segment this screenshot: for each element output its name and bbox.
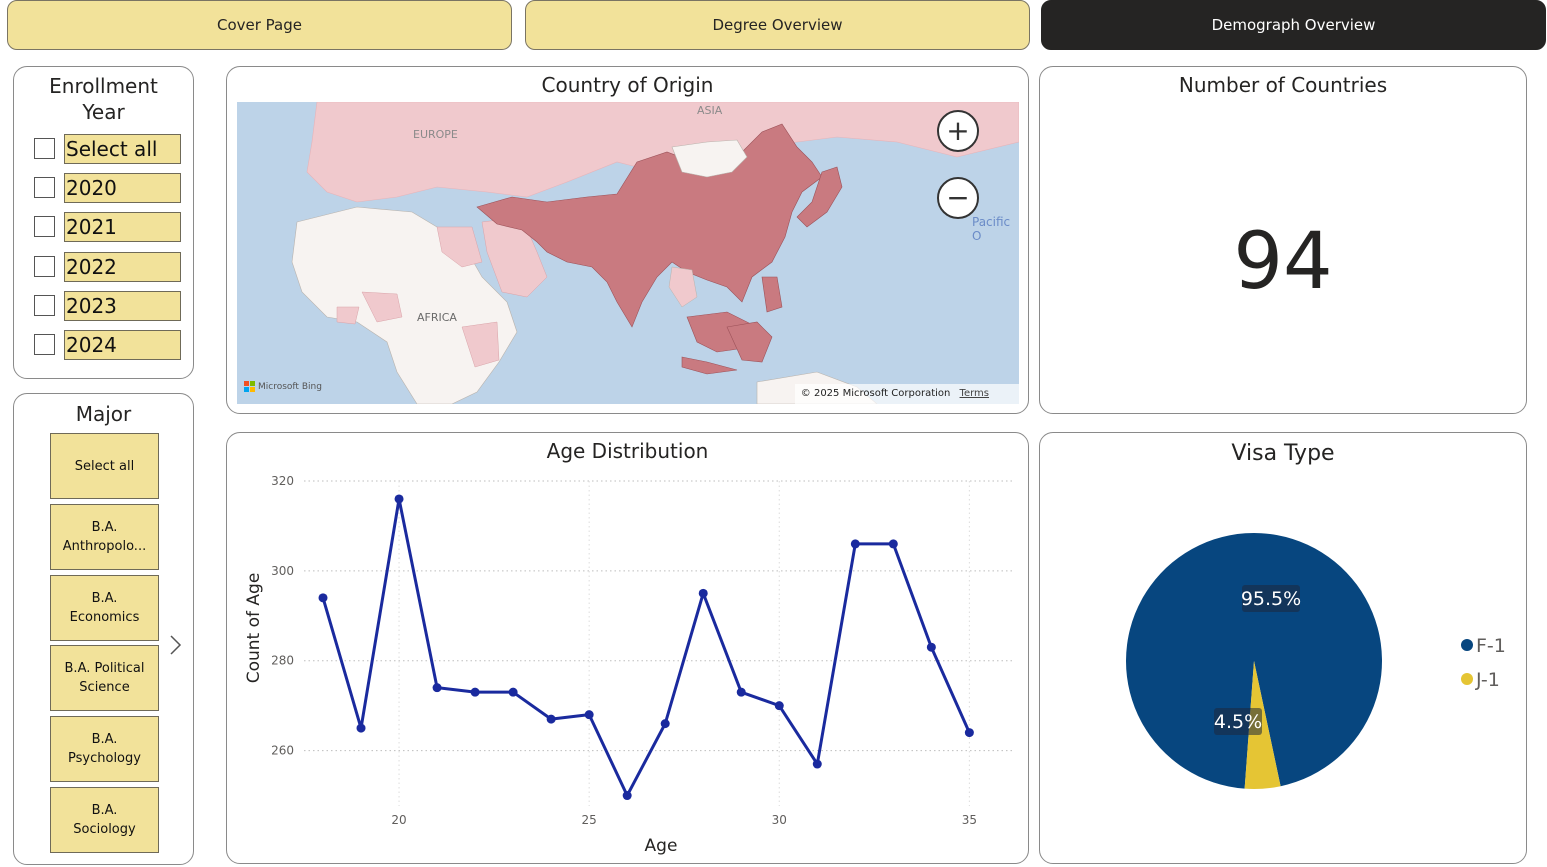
checkbox[interactable] [34, 138, 55, 159]
map-label-africa: AFRICA [417, 311, 457, 324]
data-point [774, 701, 784, 711]
data-point [508, 687, 518, 697]
data-point [584, 710, 594, 720]
y-tick-label: 280 [271, 654, 294, 668]
map-label-asia: ASIA [697, 104, 723, 117]
checkbox[interactable] [34, 294, 55, 316]
x-tick-label: 20 [391, 813, 406, 827]
data-point [470, 687, 480, 697]
option-label: B.A. [91, 590, 118, 606]
x-tick-label: 30 [772, 813, 787, 827]
major-option[interactable]: B.A. Political Science [50, 645, 159, 712]
legend-label: J-1 [1475, 669, 1500, 691]
option-label: Anthropolo... [62, 538, 147, 554]
data-point [432, 683, 442, 693]
option-label: 2020 [64, 173, 181, 204]
visa-type-card: Visa Type 95.5% 4.5% F-1 J-1 [1039, 432, 1527, 864]
map-copyright: © 2025 Microsoft Corporation Terms [794, 384, 1019, 404]
checkbox[interactable] [34, 255, 55, 277]
legend-marker [1461, 673, 1473, 685]
zoom-in-button[interactable]: + [937, 110, 979, 152]
zoom-out-button[interactable]: − [937, 177, 979, 219]
slicer-title: Enrollment Year [49, 74, 158, 124]
kpi-value: 94 [1233, 217, 1333, 307]
data-point [850, 539, 860, 549]
age-line-chart[interactable]: 260 280 300 320 20 25 30 35 Age Count of Age [227, 433, 1028, 863]
option-label: 2021 [64, 212, 181, 243]
data-point [318, 593, 328, 603]
y-tick-label: 260 [271, 744, 294, 758]
data-point [926, 642, 936, 652]
map-viewport[interactable]: EUROPE ASIA AFRICA Pacific O + − Microso… [237, 102, 1019, 404]
data-point [546, 714, 556, 724]
bing-attribution: Microsoft Bing [244, 381, 322, 392]
major-option[interactable]: B.A. Anthropolo... [50, 503, 159, 570]
legend-label: F-1 [1476, 635, 1506, 657]
y-tick-label: 300 [271, 564, 294, 578]
tab-label: Demograph Overview [1211, 16, 1376, 34]
pie-label-j1: 4.5% [1214, 708, 1262, 735]
pie-label-f1: 95.5% [1241, 585, 1301, 612]
option-label: Science [79, 680, 130, 696]
x-tick-label: 25 [582, 813, 597, 827]
y-tick-label: 320 [271, 474, 294, 488]
country-of-origin-map-card: Country of Origin EUROPE ASIA AFRICA Pac… [226, 66, 1029, 414]
terms-link[interactable]: Terms [960, 388, 989, 399]
data-point [622, 791, 632, 801]
option-label: B.A. Political [64, 661, 145, 677]
map-label-pacific: Pacific O [972, 215, 1011, 243]
option-label: Economics [69, 609, 140, 625]
map-label-europe: EUROPE [413, 128, 458, 141]
major-slicer: Major Select all B.A. Anthropolo... B.A. Eco… [13, 393, 194, 865]
data-point [736, 687, 746, 697]
data-point [394, 494, 404, 504]
checkbox[interactable] [34, 177, 55, 199]
data-label: 4.5% [1214, 711, 1262, 733]
option-label: B.A. [91, 732, 118, 748]
option-label: 2024 [64, 330, 181, 360]
option-label: 2022 [64, 251, 181, 282]
major-option[interactable]: Select all [50, 433, 159, 499]
data-point [888, 539, 898, 549]
x-tick-label: 35 [962, 813, 977, 827]
option-label: B.A. [91, 803, 118, 818]
major-option[interactable]: B.A. Sociology [50, 787, 159, 853]
kpi-title: Number of Countries [1178, 73, 1388, 97]
chevron-right-icon[interactable] [168, 634, 182, 656]
minus-icon: − [946, 181, 970, 214]
option-label: Sociology [73, 822, 136, 837]
x-axis-label: Age [645, 836, 678, 856]
tab-label: Cover Page [216, 16, 302, 34]
enrollment-year-slicer: Enrollment Year Select all 2020 2021 2022 20… [13, 66, 194, 379]
tab-degree-overview[interactable]: Degree Overview [525, 0, 1030, 50]
data-point [356, 723, 366, 733]
tab-label: Degree Overview [712, 16, 843, 34]
plus-icon: + [946, 114, 970, 147]
age-distribution-card: Age Distribution 260 280 300 320 20 25 30 35 Age… [226, 432, 1029, 864]
major-option[interactable]: B.A. Economics [50, 574, 159, 641]
tab-cover-page[interactable]: Cover Page [7, 0, 512, 50]
data-point [660, 719, 670, 729]
tab-demograph-overview[interactable]: Demograph Overview [1041, 0, 1546, 50]
checkbox[interactable] [34, 216, 55, 238]
number-of-countries-card: Number of Countries 94 [1039, 66, 1527, 414]
data-point [812, 759, 822, 769]
slicer-title: Major [75, 402, 132, 426]
data-point [698, 588, 708, 598]
data-label: 95.5% [1241, 588, 1301, 610]
option-label: Psychology [68, 751, 141, 767]
checkbox[interactable] [34, 334, 55, 355]
option-label: Select all [64, 134, 181, 164]
major-option[interactable]: B.A. Psychology [50, 716, 159, 783]
option-label: B.A. [91, 519, 118, 535]
microsoft-logo-icon [244, 381, 255, 392]
map-title: Country of Origin [541, 73, 714, 97]
map-canvas [291, 102, 1019, 404]
data-point [964, 728, 974, 738]
legend-marker [1461, 639, 1473, 651]
option-label: 2023 [64, 290, 181, 321]
option-label: Select all [74, 458, 135, 474]
y-axis-label: Count of Age [244, 573, 264, 684]
visa-pie-chart[interactable]: 95.5% 4.5% F-1 J-1 [1040, 433, 1526, 863]
